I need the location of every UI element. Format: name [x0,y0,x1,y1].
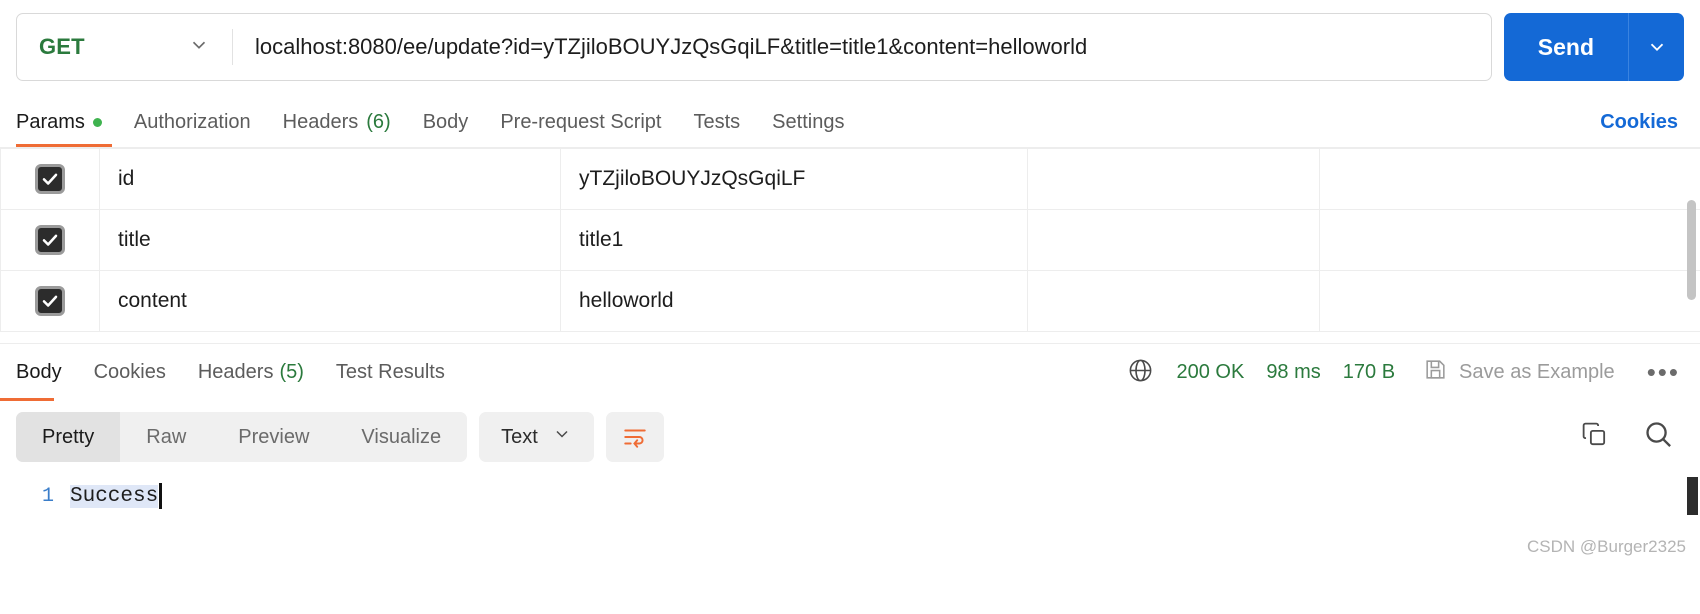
tab-body-label: Body [422,111,469,133]
response-tab-cookies-label: Cookies [93,361,166,383]
tab-tests-label: Tests [693,111,741,133]
response-tab-headers-count: (5) [279,361,304,383]
response-tab-headers-label: Headers [197,361,274,383]
response-tab-cookies[interactable]: Cookies [78,344,182,401]
tab-headers[interactable]: Headers (6) [267,111,407,147]
response-tabs-bar: Body Cookies Headers (5) Test Results 20… [0,343,1700,401]
tab-authorization-label: Authorization [133,111,251,133]
params-table-container: Key Value Description id yTZjiloBOUYJzQs… [0,147,1700,343]
url-input[interactable]: localhost:8080/ee/update?id=yTZjiloBOUYJ… [233,14,1491,80]
response-size: 170 B [1342,361,1396,383]
text-cursor [159,483,163,509]
response-more-options-button[interactable]: ••• [1647,357,1680,388]
word-wrap-toggle[interactable] [605,412,664,462]
body-format-label: Text [501,425,538,448]
send-options-button[interactable] [1628,13,1684,81]
response-tab-body-label: Body [16,361,62,383]
code-line: 1 Success [0,479,1700,513]
word-wrap-icon [624,429,646,448]
send-group: Send [1503,13,1684,81]
status-badge: 200 OK [1176,361,1245,383]
body-view-preview[interactable]: Preview [212,412,335,462]
row-description[interactable] [1027,148,1320,210]
table-row[interactable]: title title1 [0,209,1700,271]
chevron-down-icon [188,34,210,61]
row-description[interactable] [1027,270,1320,332]
response-body-text[interactable]: Success [70,484,159,508]
send-button[interactable]: Send [1503,13,1628,81]
params-table: Key Value Description id yTZjiloBOUYJzQs… [0,148,1700,332]
response-tab-test-results[interactable]: Test Results [320,344,461,401]
response-tab-body[interactable]: Body [16,344,78,401]
row-checkbox-cell [0,270,100,332]
request-url-row: GET localhost:8080/ee/update?id=yTZjiloB… [0,0,1700,95]
tab-params[interactable]: Params [16,111,118,147]
copy-icon[interactable] [1580,420,1609,454]
chevron-down-icon [1650,43,1663,52]
tab-headers-count: (6) [366,111,391,133]
row-spacer [1319,148,1700,210]
tab-settings[interactable]: Settings [756,111,860,147]
chevron-down-icon [552,424,572,450]
body-toolbar-actions [1580,419,1684,455]
save-as-example-button[interactable]: Save as Example [1423,357,1615,388]
row-spacer [1319,209,1700,271]
row-key[interactable]: title [99,209,561,271]
tab-body[interactable]: Body [407,111,485,147]
body-view-switcher: Pretty Raw Preview Visualize [16,412,468,462]
body-scrollbar[interactable] [1687,477,1698,515]
tab-tests[interactable]: Tests [677,111,756,147]
row-checkbox-cell [0,209,100,271]
save-as-example-label: Save as Example [1459,361,1615,383]
row-description[interactable] [1027,209,1320,271]
params-scrollbar[interactable] [1687,200,1696,300]
tab-headers-label: Headers [282,111,359,133]
response-tab-test-results-label: Test Results [335,361,445,383]
row-key[interactable]: content [99,270,561,332]
row-value[interactable]: yTZjiloBOUYJzQsGqiLF [560,148,1028,210]
row-checkbox[interactable] [35,285,65,316]
globe-icon[interactable] [1127,357,1154,389]
row-checkbox[interactable] [35,224,65,255]
body-view-visualize[interactable]: Visualize [335,412,467,462]
tab-pre-request-script[interactable]: Pre-request Script [484,111,677,147]
response-tab-headers[interactable]: Headers (5) [182,344,320,401]
search-icon[interactable] [1643,419,1674,455]
row-checkbox-cell [0,148,100,210]
active-response-tab-indicator [0,398,54,401]
check-icon [42,295,58,307]
body-format-selector[interactable]: Text [479,412,594,462]
table-row[interactable]: content helloworld [0,270,1700,332]
request-tabs: Params Authorization Headers (6) Body Pr… [0,95,1700,147]
check-icon [42,234,58,246]
url-box: GET localhost:8080/ee/update?id=yTZjiloB… [16,13,1492,81]
http-method-label: GET [39,34,85,59]
response-time: 98 ms [1266,361,1321,383]
watermark: CSDN @Burger2325 [1527,537,1686,556]
cookies-link[interactable]: Cookies [1600,111,1684,147]
save-floppy-icon [1423,357,1448,388]
row-spacer [1319,270,1700,332]
table-row[interactable]: id yTZjiloBOUYJzQsGqiLF [0,148,1700,210]
check-icon [42,173,58,185]
row-key[interactable]: id [99,148,561,210]
tab-settings-label: Settings [772,111,845,133]
row-value[interactable]: title1 [560,209,1028,271]
tab-authorization[interactable]: Authorization [118,111,267,147]
body-view-pretty[interactable]: Pretty [16,412,121,462]
params-modified-dot-icon [92,118,102,127]
row-value[interactable]: helloworld [560,270,1028,332]
tab-params-label: Params [16,111,85,133]
response-body-editor[interactable]: 1 Success CSDN @Burger2325 [0,473,1700,565]
tab-pre-request-script-label: Pre-request Script [500,111,662,133]
row-checkbox[interactable] [35,163,65,194]
line-number: 1 [41,484,54,508]
body-viewer-toolbar: Pretty Raw Preview Visualize Text [0,401,1700,473]
body-view-raw[interactable]: Raw [120,412,212,462]
response-meta: 200 OK 98 ms 170 B Save as Example ••• [1127,357,1684,389]
http-method-selector[interactable]: GET [17,14,232,80]
